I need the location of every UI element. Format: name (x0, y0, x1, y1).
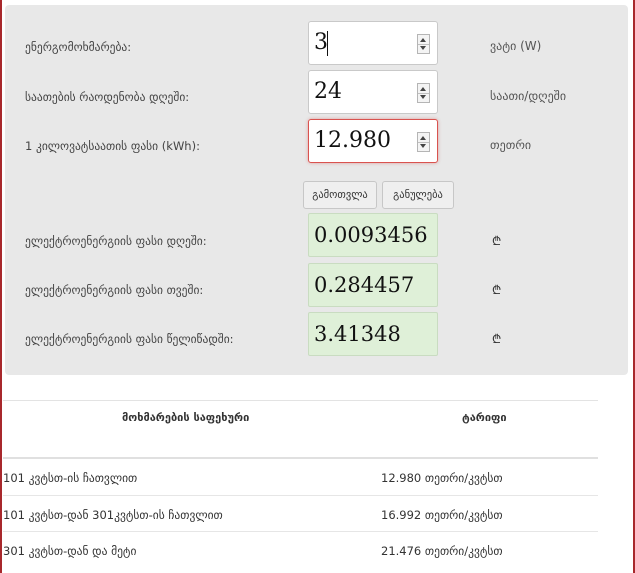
table-cell-tariff: 21.476 თეთრი/კვტსთ (381, 544, 503, 558)
hours-spinner[interactable] (417, 83, 430, 103)
daily-cost-label: ელექტროენერგიის ფასი დღეში: (25, 234, 207, 248)
calculate-button[interactable]: გამოთვლა (303, 181, 377, 209)
power-input[interactable]: 3 (308, 21, 438, 65)
yearly-cost-value: 3.41348 (314, 322, 401, 346)
calculator-panel: ენერგომოხმარება: 3 ვატი (W) საათების რაო… (5, 5, 628, 375)
table-header-tariff: ტარიფი (462, 411, 507, 424)
monthly-cost-output: 0.284457 (308, 263, 438, 307)
table-header-divider (3, 457, 598, 459)
price-input[interactable]: 12.980 (308, 119, 438, 163)
hours-unit: საათი/დღეში (490, 89, 567, 103)
clear-button[interactable]: განულება (382, 181, 454, 209)
spinner-divider (418, 44, 429, 45)
table-cell-tier: 301 კვტსთ-დან და მეტი (3, 544, 137, 558)
power-label: ენერგომოხმარება: (25, 40, 132, 54)
monthly-cost-value: 0.284457 (314, 273, 415, 297)
table-cell-tariff: 12.980 თეთრი/კვტსთ (381, 471, 503, 485)
daily-cost-value: 0.0093456 (314, 223, 428, 247)
price-unit: თეთრი (490, 138, 532, 152)
spinner-down-icon[interactable] (420, 46, 426, 50)
table-cell-tier: 101 კვტსთ-დან 301კვტსთ-ის ჩათვლით (3, 508, 223, 522)
daily-cost-output: 0.0093456 (308, 213, 438, 257)
table-cell-tariff: 16.992 თეთრი/კვტსთ (381, 508, 503, 522)
spinner-divider (418, 142, 429, 143)
yearly-cost-output: 3.41348 (308, 312, 438, 356)
hours-label: საათების რაოდენობა დღეში: (25, 90, 190, 104)
price-value: 12.980 (314, 128, 391, 153)
table-row-divider (3, 495, 598, 496)
spinner-up-icon[interactable] (420, 136, 426, 140)
table-top-border (3, 400, 598, 401)
lari-icon: ₾ (492, 332, 502, 346)
hours-input[interactable]: 24 (308, 70, 438, 114)
spinner-up-icon[interactable] (420, 38, 426, 42)
hours-value: 24 (314, 79, 342, 104)
spinner-down-icon[interactable] (420, 95, 426, 99)
power-value: 3 (314, 30, 328, 55)
monthly-cost-label: ელექტროენერგიის ფასი თვეში: (25, 283, 204, 297)
table-header-tier: მოხმარების საფეხური (122, 411, 250, 424)
price-label: 1 კილოვატსაათის ფასი (kWh): (25, 139, 200, 153)
lari-icon: ₾ (492, 283, 502, 297)
table-cell-tier: 101 კვტსთ-ის ჩათვლით (3, 471, 138, 485)
spinner-down-icon[interactable] (420, 144, 426, 148)
table-row-divider (3, 531, 598, 532)
spinner-divider (418, 93, 429, 94)
yearly-cost-label: ელექტროენერგიის ფასი წელიწადში: (25, 332, 234, 346)
text-caret (327, 31, 328, 56)
power-unit: ვატი (W) (490, 39, 542, 53)
lari-icon: ₾ (492, 234, 502, 248)
window-frame-left (0, 0, 2, 573)
price-spinner[interactable] (417, 132, 430, 152)
power-spinner[interactable] (417, 34, 430, 54)
spinner-up-icon[interactable] (420, 87, 426, 91)
